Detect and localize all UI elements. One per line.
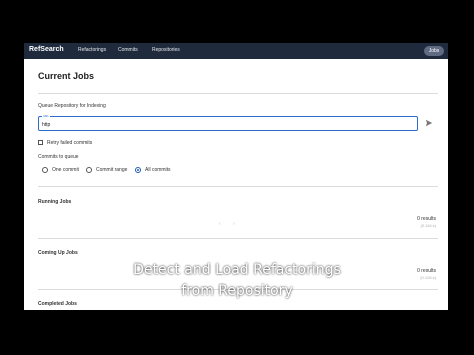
url-value: http [42, 122, 51, 128]
coming-up-jobs-title: Coming Up Jobs [38, 250, 78, 256]
commits-label: Commits to queue [38, 154, 79, 160]
radio-all-commits[interactable] [135, 167, 141, 173]
running-results: 0 results [417, 216, 436, 222]
form-divider [38, 186, 438, 187]
page-title: Current Jobs [38, 71, 95, 81]
nav-commits[interactable]: Commits [118, 47, 138, 53]
send-icon[interactable] [425, 119, 433, 127]
brand-logo[interactable]: RefSearch [29, 46, 64, 53]
running-time: (0.116 s) [420, 223, 437, 228]
radio-label-commit-range: Commit range [96, 167, 128, 173]
title-divider [38, 93, 438, 94]
caption-line-2: from Repository [181, 283, 293, 299]
pager-next-icon[interactable]: › [233, 221, 235, 227]
running-jobs-title: Running Jobs [38, 199, 72, 205]
radio-commit-range[interactable] [86, 167, 92, 173]
nav-jobs-pill[interactable]: Jobs [424, 46, 444, 56]
nav-repositories[interactable]: Repositories [152, 47, 180, 53]
url-legend: URL [42, 114, 51, 118]
pager-prev-icon[interactable]: ‹ [219, 221, 221, 227]
retry-label: Retry failed commits [47, 140, 93, 146]
retry-checkbox[interactable] [38, 140, 43, 145]
url-input[interactable]: URL http [38, 114, 418, 131]
running-divider [38, 238, 438, 239]
caption-line-1: Detect and Load Refactorings [133, 262, 341, 278]
top-navbar: RefSearch Refactorings Commits Repositor… [24, 43, 448, 59]
nav-refactorings[interactable]: Refactorings [78, 47, 106, 53]
queue-label: Queue Repository for Indexing [38, 103, 106, 109]
radio-one-commit[interactable] [42, 167, 48, 173]
radio-label-one-commit: One commit [52, 167, 79, 173]
radio-label-all-commits: All commits [145, 167, 171, 173]
